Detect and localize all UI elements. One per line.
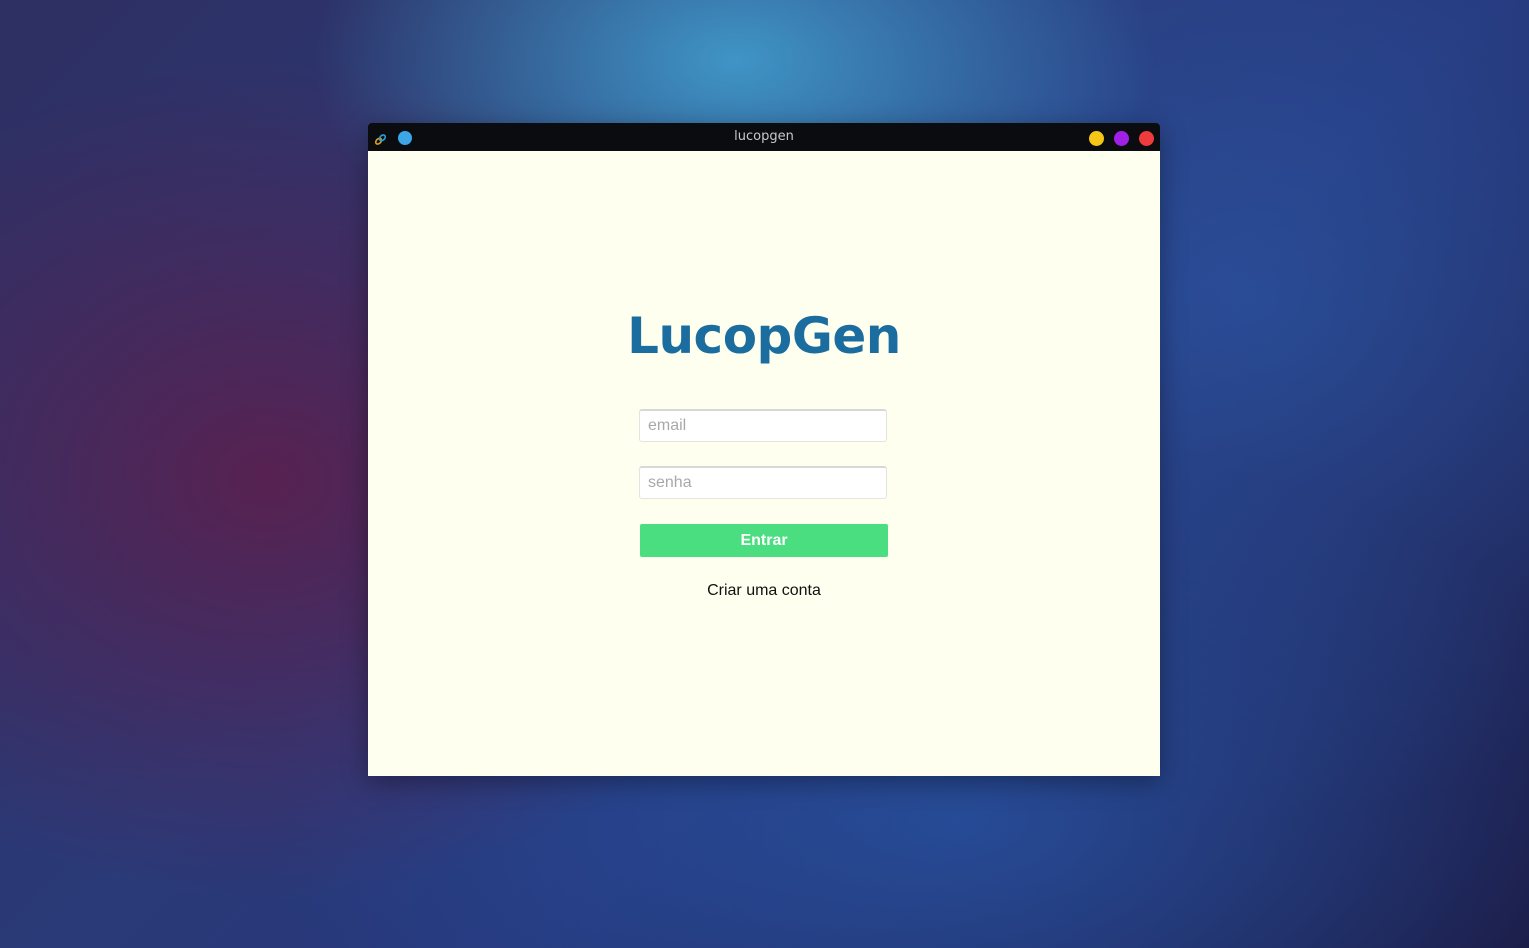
desktop-background: lucopgen LucopGen Entrar Criar uma conta xyxy=(0,0,1529,948)
minimize-button[interactable] xyxy=(1089,131,1104,146)
app-logo-title: LucopGen xyxy=(627,307,901,365)
window-title: lucopgen xyxy=(734,129,794,144)
maximize-button[interactable] xyxy=(1114,131,1129,146)
email-input[interactable] xyxy=(639,409,887,442)
app-window: lucopgen LucopGen Entrar Criar uma conta xyxy=(368,123,1160,776)
login-page: LucopGen Entrar Criar uma conta xyxy=(368,151,1160,776)
password-input[interactable] xyxy=(639,466,887,499)
title-bar[interactable]: lucopgen xyxy=(368,123,1160,151)
close-button[interactable] xyxy=(1139,131,1154,146)
create-account-link[interactable]: Criar uma conta xyxy=(368,581,1160,601)
login-button[interactable]: Entrar xyxy=(640,524,888,557)
